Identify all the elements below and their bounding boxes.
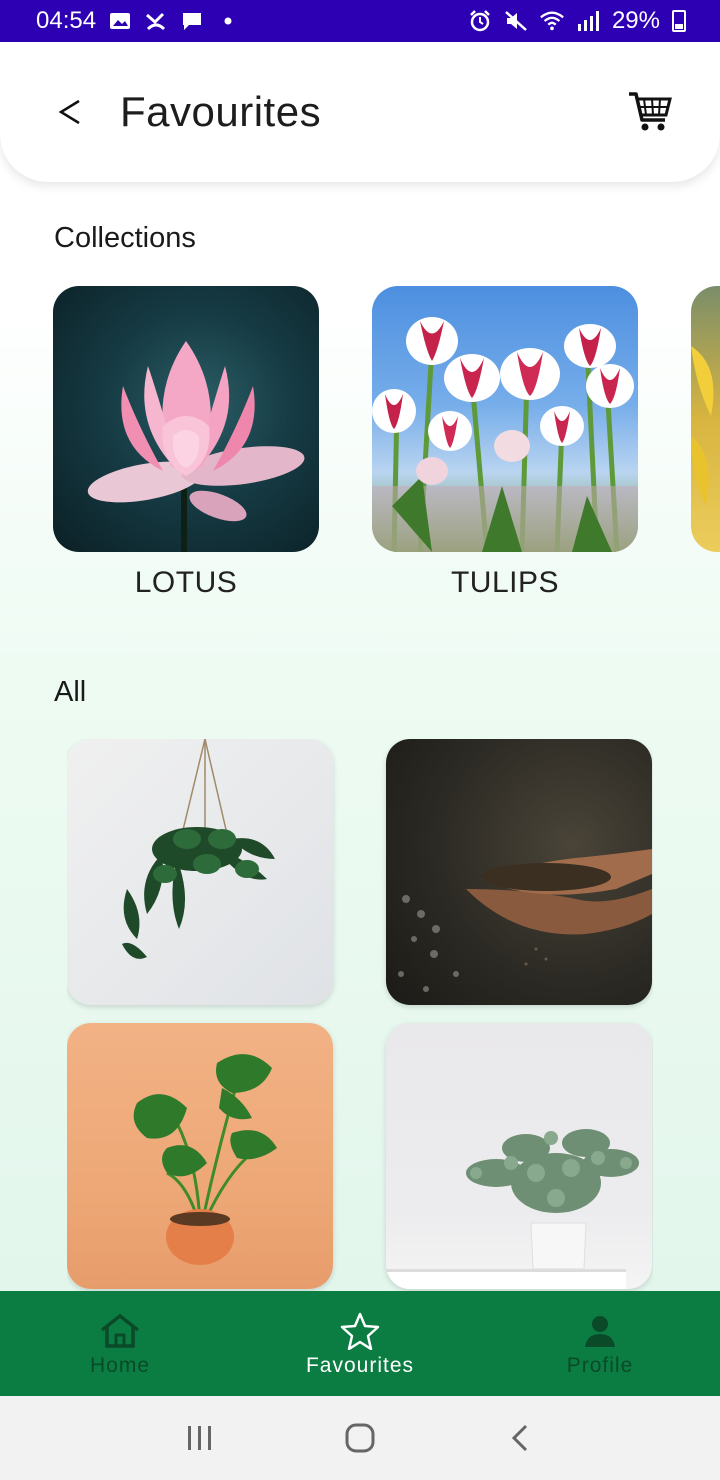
app-header: Favourites bbox=[0, 42, 720, 182]
bottom-nav: Home Favourites Profile bbox=[0, 1291, 720, 1396]
status-time: 04:54 bbox=[36, 7, 97, 34]
cart-icon bbox=[629, 92, 672, 131]
home-icon bbox=[99, 1310, 141, 1352]
nav-label-profile: Profile bbox=[566, 1353, 634, 1377]
status-bar: 04:54 29% bbox=[0, 0, 720, 42]
plant-card-monstera[interactable] bbox=[67, 1023, 333, 1289]
signal-icon bbox=[576, 9, 600, 33]
all-title: All bbox=[54, 676, 87, 708]
nav-label-favourites: Favourites bbox=[305, 1353, 415, 1377]
collection-label: TULIPS bbox=[450, 566, 560, 599]
back-system-button[interactable] bbox=[490, 1408, 550, 1468]
page-title: Favourites bbox=[120, 88, 322, 135]
status-right: 29% bbox=[468, 7, 686, 35]
collection-card-tulips[interactable]: TULIPS bbox=[372, 286, 638, 600]
back-icon bbox=[511, 1424, 528, 1452]
home-system-button[interactable] bbox=[330, 1408, 390, 1468]
missed-call-icon bbox=[144, 9, 168, 33]
nav-item-home[interactable]: Home bbox=[0, 1291, 240, 1396]
recent-apps-button[interactable] bbox=[170, 1408, 230, 1468]
plant-card-hanging-pothos[interactable] bbox=[67, 739, 333, 1005]
dot-icon bbox=[216, 9, 240, 33]
nav-item-favourites[interactable]: Favourites bbox=[240, 1291, 480, 1396]
plant-card-hands-soil[interactable] bbox=[386, 739, 652, 1005]
collection-card-partial[interactable] bbox=[691, 286, 720, 566]
nav-label-home: Home bbox=[89, 1353, 151, 1377]
status-left: 04:54 bbox=[36, 7, 240, 35]
collection-label: LOTUS bbox=[134, 566, 238, 599]
mute-icon bbox=[504, 9, 528, 33]
recent-apps-icon bbox=[188, 1426, 211, 1450]
image-icon bbox=[108, 9, 132, 33]
system-nav bbox=[0, 1396, 720, 1480]
chevron-left-icon bbox=[58, 99, 80, 125]
home-circle-icon bbox=[345, 1423, 375, 1453]
collections-carousel[interactable]: LOTUS TULIPS bbox=[53, 286, 720, 616]
collection-image-lotus bbox=[53, 286, 319, 552]
person-icon bbox=[579, 1310, 621, 1352]
all-grid bbox=[67, 739, 653, 1291]
star-icon bbox=[339, 1310, 381, 1352]
battery-percent: 29% bbox=[611, 7, 660, 34]
message-icon bbox=[180, 9, 204, 33]
battery-icon bbox=[672, 10, 686, 32]
nav-item-profile[interactable]: Profile bbox=[480, 1291, 720, 1396]
collection-card-lotus[interactable]: LOTUS bbox=[53, 286, 319, 600]
plant-card-eucalyptus[interactable] bbox=[386, 1023, 652, 1289]
collections-title: Collections bbox=[54, 222, 196, 254]
collection-image-tulips bbox=[372, 286, 638, 552]
collection-image-partial bbox=[691, 286, 720, 552]
alarm-icon bbox=[468, 9, 492, 33]
cart-button[interactable] bbox=[626, 88, 674, 136]
back-button[interactable] bbox=[50, 92, 90, 132]
wifi-icon bbox=[540, 9, 564, 33]
